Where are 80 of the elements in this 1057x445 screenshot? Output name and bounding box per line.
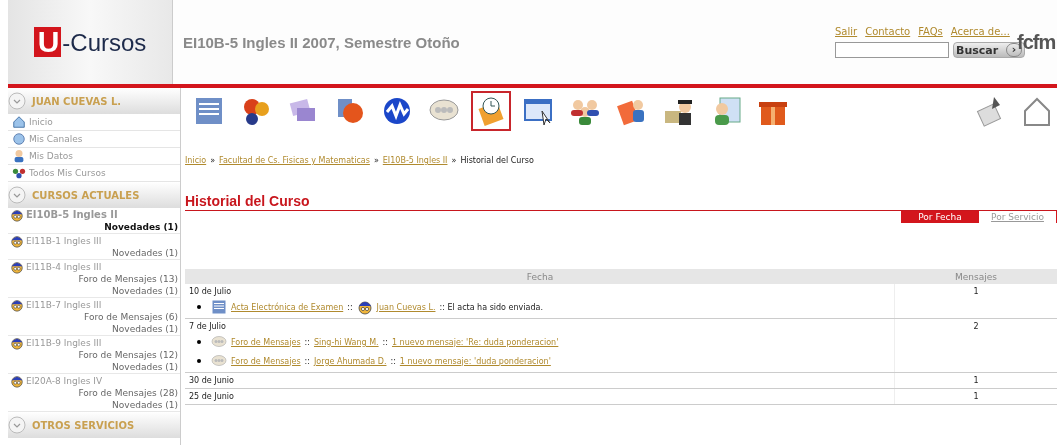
entry-text: ::: [347, 302, 353, 312]
course-link[interactable]: EI11B-4 Ingles III: [10, 260, 178, 273]
section-title: OTROS SERVICIOS: [32, 419, 135, 431]
entry-text: ::: [390, 356, 396, 366]
bullet: [197, 305, 201, 309]
avatar-icon: [10, 373, 24, 388]
message-count: 1: [972, 286, 980, 298]
breadcrumb-link[interactable]: Inicio: [185, 156, 207, 165]
bullet: [197, 340, 201, 344]
course-note[interactable]: Novedades (1): [112, 361, 178, 373]
course-note[interactable]: Novedades (1): [112, 247, 178, 259]
course-note[interactable]: Foro de Mensajes (12): [78, 349, 178, 361]
course-title: EI10B-5 Ingles II 2007, Semestre Otoño: [182, 32, 461, 53]
entry-link[interactable]: Foro de Mensajes: [231, 337, 301, 347]
tab[interactable]: Por Fecha: [901, 211, 979, 223]
person-icon: [12, 149, 26, 163]
entry-text: ::: [304, 356, 310, 366]
menu-item[interactable]: Inicio: [8, 114, 180, 131]
header-link[interactable]: Salir: [835, 26, 858, 37]
bullet: [197, 359, 201, 363]
header-link[interactable]: FAQs: [918, 26, 943, 37]
date-label: 30 de Junio: [189, 376, 235, 385]
column-header: Mensajes: [954, 271, 998, 282]
course-note[interactable]: Foro de Mensajes (13): [78, 273, 178, 285]
wave-icon: [381, 95, 413, 127]
speech-bubble-icon: [211, 353, 227, 369]
avatar-icon: [10, 207, 24, 222]
entry-text: ::: [382, 337, 388, 347]
course-note[interactable]: Novedades (1): [112, 399, 178, 411]
section-title: CURSOS ACTUALES: [32, 189, 140, 201]
people-icon: [12, 166, 26, 180]
menu-item[interactable]: Mis Datos: [8, 148, 180, 165]
breadcrumb-link[interactable]: EI10B-5 Ingles II: [382, 156, 448, 165]
avatar-icon: [10, 297, 24, 312]
course-note[interactable]: Novedades (1): [112, 323, 178, 335]
course-link[interactable]: EI11B-7 Ingles III: [10, 298, 178, 311]
home-icon: [1021, 95, 1053, 127]
breadcrumb-link[interactable]: Facultad de Cs. Fisicas y Matematicas: [219, 156, 370, 165]
section-title: JUAN CUEVAS L.: [32, 95, 122, 107]
entry-text: ::: [304, 337, 310, 347]
course-note[interactable]: Foro de Mensajes (6): [84, 311, 178, 323]
avatar-icon: [10, 233, 24, 248]
breadcrumb-separator: »: [451, 156, 457, 165]
course-note[interactable]: Novedades (1): [112, 285, 178, 297]
course-link[interactable]: EI20A-8 Ingles IV: [10, 374, 178, 387]
date-label: 25 de Junio: [189, 392, 235, 401]
menu-item[interactable]: Mis Canales: [8, 131, 180, 148]
entry-link[interactable]: Jorge Ahumada D.: [314, 356, 387, 366]
breadcrumb-current: Historial del Curso: [460, 156, 534, 165]
entry-link[interactable]: Foro de Mensajes: [231, 356, 301, 366]
course-link[interactable]: EI11B-1 Ingles III: [10, 234, 178, 247]
document-icon: [193, 95, 225, 127]
column-header: Fecha: [525, 271, 555, 282]
message-count: 1: [972, 375, 980, 387]
entry-text: :: El acta ha sido enviada.: [439, 302, 543, 312]
globe-icon: [12, 132, 26, 146]
date-label: 7 de Julio: [189, 322, 227, 331]
entry-link[interactable]: Juan Cuevas L.: [376, 302, 436, 312]
course-note[interactable]: Foro de Mensajes (28): [78, 387, 178, 399]
message-count: 2: [972, 321, 980, 333]
avatar-icon: [356, 299, 373, 315]
document-icon: [211, 299, 227, 315]
date-label: 10 de Julio: [189, 287, 233, 296]
message-count: 1: [972, 391, 980, 403]
course-note[interactable]: Novedades (1): [104, 221, 178, 233]
course-link[interactable]: EI11B-9 Ingles III: [10, 336, 178, 349]
entry-link[interactable]: 1 nuevo mensaje: 'duda ponderacion': [399, 356, 551, 366]
header-link[interactable]: Contacto: [865, 26, 911, 37]
breadcrumb-separator: »: [210, 156, 216, 165]
logo[interactable]: U-Cursos: [8, 0, 173, 84]
avatar-icon: [10, 335, 24, 350]
speech-bubble-icon: [211, 334, 227, 350]
breadcrumb-separator: »: [373, 156, 379, 165]
entry-link[interactable]: Sing-hi Wang M.: [314, 337, 379, 347]
avatar-icon: [10, 259, 24, 274]
entry-link[interactable]: Acta Electrónica de Examen: [231, 302, 344, 312]
course-link[interactable]: EI10B-5 Ingles II: [10, 208, 178, 221]
entry-link[interactable]: 1 nuevo mensaje: 'Re: duda ponderacion': [392, 337, 559, 347]
search-field[interactable]: [835, 42, 949, 58]
header-link[interactable]: Acerca de...: [950, 26, 1010, 37]
